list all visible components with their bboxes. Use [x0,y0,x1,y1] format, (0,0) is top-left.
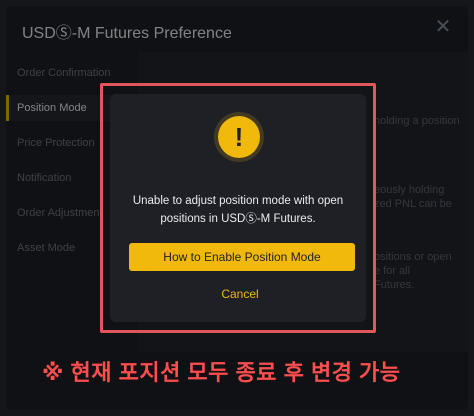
futures-preference-dialog: USDⓈ-M Futures Preference ✕ Order Confir… [6,6,468,410]
annotation-caption: ※ 현재 포지션 모두 종료 후 변경 가능 [42,360,401,385]
screenshot-frame: USDⓈ-M Futures Preference ✕ Order Confir… [0,0,474,416]
enable-position-mode-button[interactable]: How to Enable Position Mode [129,243,355,271]
modal-message: Unable to adjust position mode with open… [132,195,344,225]
exclamation-glyph: ! [234,122,244,152]
warning-modal: ! Unable to adjust position mode with op… [110,94,366,322]
cancel-button[interactable]: Cancel [190,284,290,304]
warning-icon: ! [218,116,260,158]
